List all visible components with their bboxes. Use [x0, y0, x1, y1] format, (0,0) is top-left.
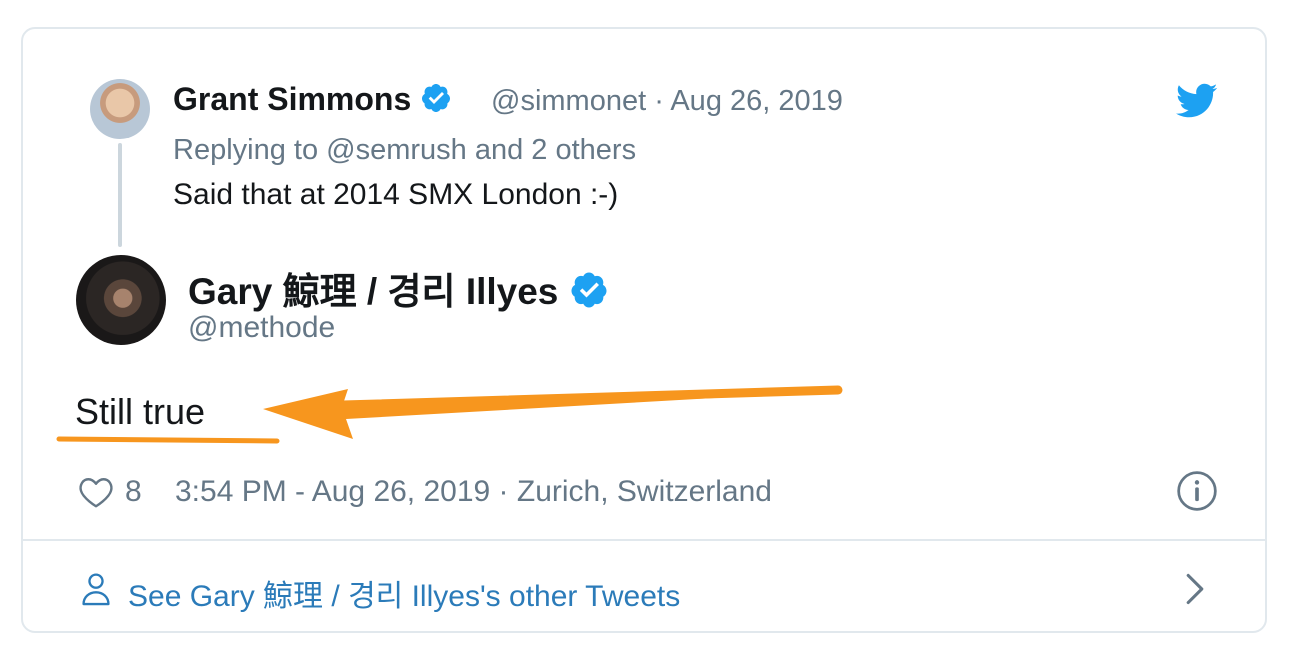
verified-badge-icon	[569, 270, 609, 319]
like-count[interactable]: 8	[125, 475, 142, 509]
annotation-arrow	[56, 385, 843, 444]
parent-author-name-text: Grant Simmons	[173, 81, 412, 117]
annotation-underline	[56, 436, 280, 444]
footer-divider	[23, 539, 1265, 541]
replying-to-text[interactable]: Replying to @semrush and 2 others	[173, 134, 636, 167]
info-icon[interactable]	[1175, 469, 1219, 518]
main-author-name-text: Gary 鯨理 / 경리 Illyes	[188, 271, 559, 312]
embedded-tweet-card: Grant Simmons @simmonet · Aug 26, 2019 R…	[21, 27, 1267, 633]
person-icon	[80, 572, 112, 611]
parent-author-handle[interactable]: @simmonet	[491, 85, 646, 117]
parent-tweet-text: Said that at 2014 SMX London :-)	[173, 178, 619, 211]
avatar-grant-simmons[interactable]	[90, 79, 150, 139]
thread-connector-line	[118, 143, 122, 247]
heart-icon[interactable]	[78, 475, 114, 514]
avatar-gary-illyes[interactable]	[76, 255, 166, 345]
parent-handle-date[interactable]: @simmonet · Aug 26, 2019	[491, 85, 843, 118]
parent-date[interactable]: Aug 26, 2019	[670, 85, 843, 117]
verified-badge-icon	[420, 82, 452, 122]
chevron-right-icon[interactable]	[1183, 572, 1207, 611]
parent-author-name[interactable]: Grant Simmons	[173, 81, 452, 122]
twitter-bird-icon[interactable]	[1176, 83, 1218, 119]
meta-separator: ·	[654, 85, 664, 117]
tweet-timestamp[interactable]: 3:54 PM - Aug 26, 2019 · Zurich, Switzer…	[175, 475, 772, 509]
main-author-handle[interactable]: @methode	[188, 311, 335, 345]
see-other-tweets-link[interactable]: See Gary 鯨理 / 경리 Illyes's other Tweets	[128, 571, 680, 615]
